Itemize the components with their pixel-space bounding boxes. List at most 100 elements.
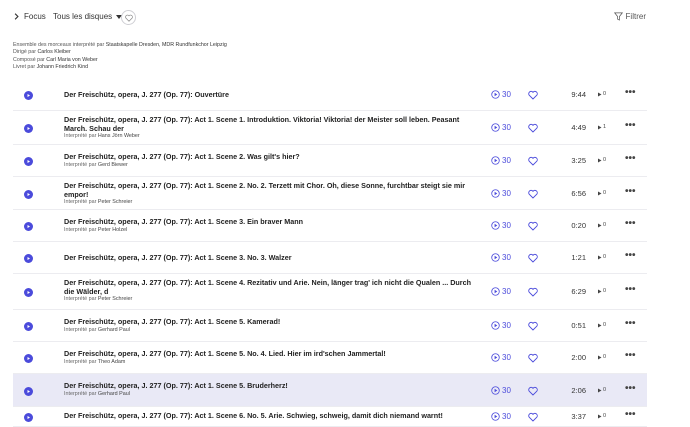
track-performer: Interprété par Peter Schreier: [64, 296, 133, 302]
play-count: 0: [597, 413, 606, 419]
heart-icon[interactable]: [528, 353, 538, 363]
more-options-button[interactable]: •••: [625, 318, 636, 329]
play-icon: [27, 416, 30, 419]
play-button[interactable]: [24, 322, 33, 331]
sample-play-icon: [491, 156, 500, 165]
heart-icon[interactable]: [528, 321, 538, 331]
track-row[interactable]: Der Freischütz, opera, J. 277 (Op. 77): …: [13, 274, 647, 310]
track-list: Der Freischütz, opera, J. 277 (Op. 77): …: [13, 79, 647, 427]
sample-button[interactable]: 30: [491, 386, 511, 395]
track-title[interactable]: Der Freischütz, opera, J. 277 (Op. 77): …: [64, 278, 479, 296]
track-title[interactable]: Der Freischütz, opera, J. 277 (Op. 77): …: [64, 411, 479, 420]
track-title[interactable]: Der Freischütz, opera, J. 277 (Op. 77): …: [64, 152, 479, 161]
sample-seconds: 30: [502, 253, 511, 262]
heart-icon[interactable]: [528, 123, 538, 133]
play-icon: [27, 94, 30, 97]
track-performer: Interprété par Gerhard Paul: [64, 327, 130, 333]
play-count: 0: [597, 254, 606, 260]
more-options-button[interactable]: •••: [625, 87, 636, 98]
play-count-icon: [598, 289, 602, 293]
more-options-button[interactable]: •••: [625, 186, 636, 197]
heart-icon[interactable]: [528, 386, 538, 396]
track-title[interactable]: Der Freischütz, opera, J. 277 (Op. 77): …: [64, 181, 479, 199]
play-icon: [27, 193, 30, 196]
track-row[interactable]: Der Freischütz, opera, J. 277 (Op. 77): …: [13, 310, 647, 342]
heart-icon[interactable]: [528, 287, 538, 297]
play-button[interactable]: [24, 124, 33, 133]
sample-button[interactable]: 30: [491, 90, 511, 99]
track-row[interactable]: Der Freischütz, opera, J. 277 (Op. 77): …: [13, 242, 647, 274]
play-button[interactable]: [24, 157, 33, 166]
credit-line: Dirigé par Carlos Kleiber: [13, 49, 71, 56]
more-options-button[interactable]: •••: [625, 120, 636, 131]
sample-play-icon: [491, 253, 500, 262]
track-row[interactable]: Der Freischütz, opera, J. 277 (Op. 77): …: [13, 374, 647, 407]
more-options-button[interactable]: •••: [625, 284, 636, 295]
track-performer: Interprété par Gerd Biewer: [64, 162, 128, 168]
sample-button[interactable]: 30: [491, 156, 511, 165]
more-options-button[interactable]: •••: [625, 218, 636, 229]
track-title[interactable]: Der Freischütz, opera, J. 277 (Op. 77): …: [64, 90, 479, 99]
track-title[interactable]: Der Freischütz, opera, J. 277 (Op. 77): …: [64, 317, 479, 326]
sample-button[interactable]: 30: [491, 412, 511, 421]
track-duration: 3:25: [571, 156, 586, 165]
sample-button[interactable]: 30: [491, 253, 511, 262]
play-button[interactable]: [24, 91, 33, 100]
disques-label: Tous les disques: [53, 12, 113, 21]
play-button[interactable]: [24, 222, 33, 231]
sample-button[interactable]: 30: [491, 321, 511, 330]
track-row[interactable]: Der Freischütz, opera, J. 277 (Op. 77): …: [13, 79, 647, 111]
disques-dropdown[interactable]: Tous les disques: [53, 12, 123, 21]
top-bar: Focus Tous les disques Filtrer: [0, 0, 690, 36]
track-row[interactable]: Der Freischütz, opera, J. 277 (Op. 77): …: [13, 342, 647, 374]
track-row[interactable]: Der Freischütz, opera, J. 277 (Op. 77): …: [13, 177, 647, 210]
chevron-right-icon: [14, 13, 19, 20]
play-button[interactable]: [24, 354, 33, 363]
play-button[interactable]: [24, 190, 33, 199]
track-performer: Interprété par Peter Schreier: [64, 199, 133, 205]
favorite-album-button[interactable]: [121, 10, 136, 25]
sample-seconds: 30: [502, 189, 511, 198]
play-button[interactable]: [24, 288, 33, 297]
heart-icon[interactable]: [528, 189, 538, 199]
sample-button[interactable]: 30: [491, 353, 511, 362]
heart-icon[interactable]: [528, 156, 538, 166]
sample-seconds: 30: [502, 287, 511, 296]
play-icon: [27, 160, 30, 163]
more-options-button[interactable]: •••: [625, 409, 636, 420]
play-icon: [27, 127, 30, 130]
sample-seconds: 30: [502, 321, 511, 330]
more-options-button[interactable]: •••: [625, 250, 636, 261]
track-duration: 0:20: [571, 221, 586, 230]
track-row[interactable]: Der Freischütz, opera, J. 277 (Op. 77): …: [13, 210, 647, 242]
heart-icon[interactable]: [528, 253, 538, 263]
more-options-button[interactable]: •••: [625, 350, 636, 361]
track-performer: Interprété par Peter Holzel: [64, 227, 128, 233]
more-options-button[interactable]: •••: [625, 153, 636, 164]
focus-button[interactable]: Focus: [13, 12, 46, 21]
heart-icon[interactable]: [528, 412, 538, 422]
play-button[interactable]: [24, 387, 33, 396]
sample-button[interactable]: 30: [491, 189, 511, 198]
sample-button[interactable]: 30: [491, 123, 511, 132]
track-duration: 1:21: [571, 253, 586, 262]
play-button[interactable]: [24, 254, 33, 263]
more-options-button[interactable]: •••: [625, 383, 636, 394]
play-count: 0: [597, 288, 606, 294]
track-title[interactable]: Der Freischütz, opera, J. 277 (Op. 77): …: [64, 253, 479, 262]
track-row[interactable]: Der Freischütz, opera, J. 277 (Op. 77): …: [13, 145, 647, 177]
track-title[interactable]: Der Freischütz, opera, J. 277 (Op. 77): …: [64, 115, 479, 133]
track-duration: 4:49: [571, 123, 586, 132]
track-title[interactable]: Der Freischütz, opera, J. 277 (Op. 77): …: [64, 381, 479, 390]
sample-button[interactable]: 30: [491, 287, 511, 296]
track-row[interactable]: Der Freischütz, opera, J. 277 (Op. 77): …: [13, 111, 647, 145]
track-title[interactable]: Der Freischütz, opera, J. 277 (Op. 77): …: [64, 349, 479, 358]
heart-icon[interactable]: [528, 221, 538, 231]
sample-button[interactable]: 30: [491, 221, 511, 230]
play-button[interactable]: [24, 413, 33, 422]
play-icon: [27, 257, 30, 260]
heart-icon[interactable]: [528, 90, 538, 100]
track-title[interactable]: Der Freischütz, opera, J. 277 (Op. 77): …: [64, 217, 479, 226]
track-row[interactable]: Der Freischütz, opera, J. 277 (Op. 77): …: [13, 407, 647, 427]
filter-button[interactable]: Filtrer: [613, 12, 646, 21]
